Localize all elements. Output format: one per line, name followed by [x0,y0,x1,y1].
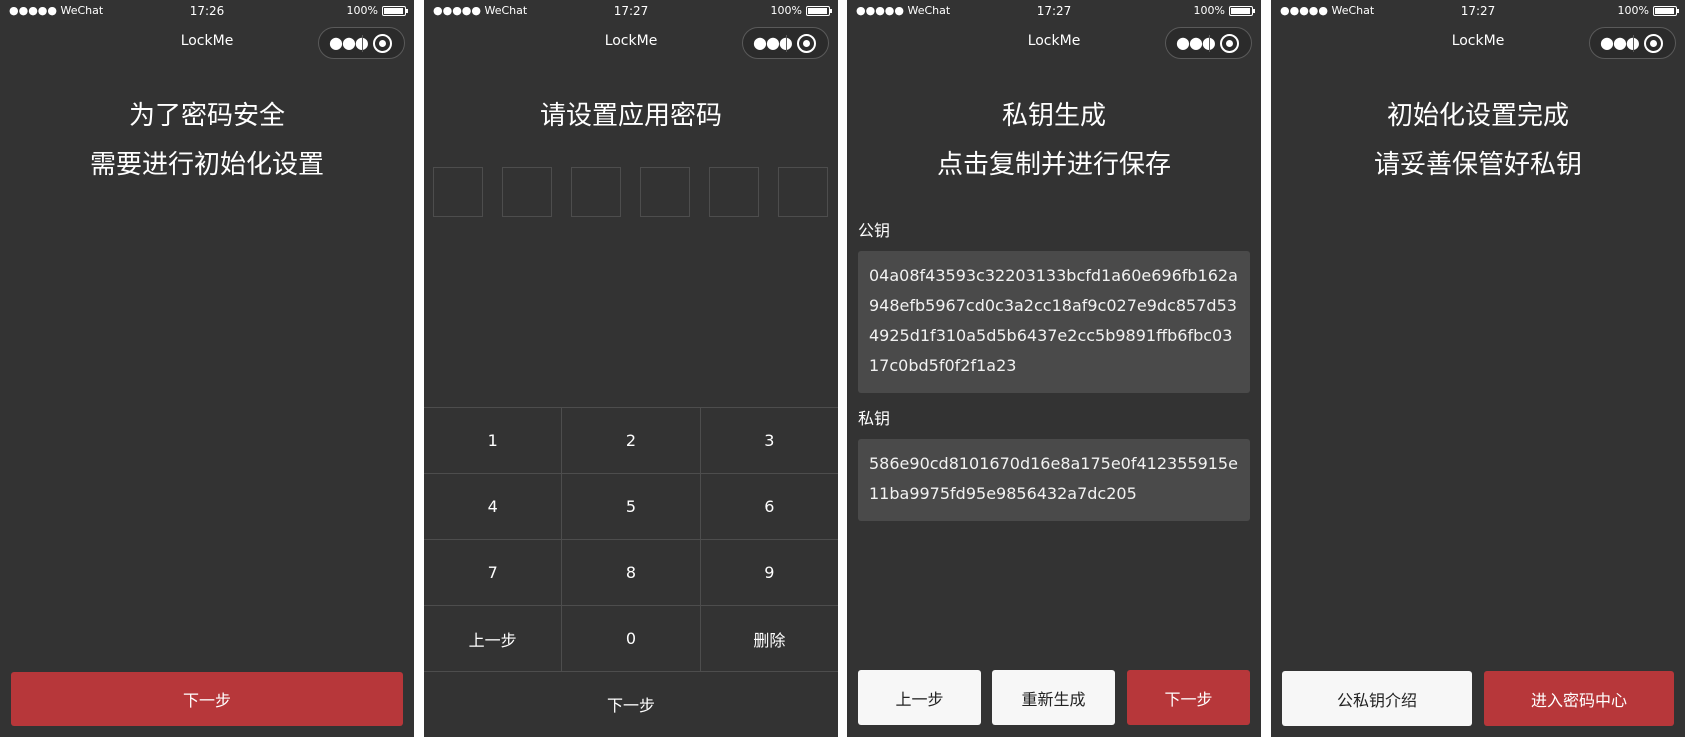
headline-line-1: 初始化设置完成 [1386,101,1569,131]
numeric-keypad: 1 2 3 4 5 6 7 8 9 上一步 0 删除 [424,407,838,672]
key-4[interactable]: 4 [424,474,563,539]
capsule-divider [786,35,787,52]
battery-percent: 100% [1193,4,1225,17]
key-1[interactable]: 1 [424,408,563,473]
next-button[interactable]: 下一步 [1127,670,1250,725]
keypad-row: 4 5 6 [424,474,838,540]
close-target-icon[interactable] [1644,34,1663,53]
key-8[interactable]: 8 [562,540,701,605]
screen-key-generation: ●●●●● WeChat 17:27 100% LockMe ●●● 私钥生成 … [847,0,1261,737]
private-key-box[interactable]: 586e90cd8101670d16e8a175e0f412355915e11b… [858,439,1250,521]
close-target-icon[interactable] [797,34,816,53]
key-5[interactable]: 5 [562,474,701,539]
key-9[interactable]: 9 [701,540,838,605]
regenerate-button[interactable]: 重新生成 [992,670,1115,725]
screen-set-passcode: ●●●●● WeChat 17:27 100% LockMe ●●● 请设置应用… [424,0,838,737]
pin-digit-box-2[interactable] [502,167,552,217]
keypad-row: 上一步 0 删除 [424,606,838,672]
close-target-icon[interactable] [1220,34,1239,53]
miniprogram-capsule: ●●● [318,27,405,59]
more-icon[interactable]: ●●● [329,34,369,52]
public-key-box[interactable]: 04a08f43593c32203133bcfd1a60e696fb162a94… [858,251,1250,393]
key-2[interactable]: 2 [562,408,701,473]
pin-digit-box-3[interactable] [571,167,621,217]
next-button[interactable]: 下一步 [11,672,403,726]
public-key-label: 公钥 [858,221,891,240]
key-6[interactable]: 6 [701,474,838,539]
screen-setup-complete: ●●●●● WeChat 17:27 100% LockMe ●●● 初始化设置… [1271,0,1685,737]
pin-digit-box-5[interactable] [709,167,759,217]
pin-digit-box-6[interactable] [778,167,828,217]
miniprogram-capsule: ●●● [1165,27,1252,59]
battery-percent: 100% [346,4,378,17]
more-icon[interactable]: ●●● [753,34,793,52]
key-previous-step[interactable]: 上一步 [424,606,563,671]
battery-icon [1653,6,1679,16]
close-target-icon[interactable] [373,34,392,53]
status-bar: ●●●●● WeChat 17:27 100% [424,0,838,22]
status-bar: ●●●●● WeChat 17:27 100% [1271,0,1685,22]
key-delete[interactable]: 删除 [701,606,838,671]
headline-line-1: 私钥生成 [1001,101,1106,131]
key-3[interactable]: 3 [701,408,838,473]
headline-line-2: 请妥善保管好私钥 [1373,150,1582,180]
battery-percent: 100% [770,4,802,17]
keygen-headline: 私钥生成 点击复制并进行保存 [847,92,1261,190]
miniprogram-capsule: ●●● [742,27,829,59]
battery-icon [382,6,408,16]
enter-password-center-button[interactable]: 进入密码中心 [1484,671,1674,726]
pin-digit-box-1[interactable] [433,167,483,217]
key-0[interactable]: 0 [562,606,701,671]
capsule-divider [1209,35,1210,52]
miniprogram-capsule: ●●● [1589,27,1676,59]
next-button[interactable]: 下一步 [424,671,838,737]
battery-percent: 100% [1617,4,1649,17]
key-7[interactable]: 7 [424,540,563,605]
key-intro-button[interactable]: 公私钥介绍 [1282,671,1472,726]
screen-init-intro: ●●●●● WeChat 17:26 100% LockMe ●●● 为了密码安… [0,0,414,737]
status-bar: ●●●●● WeChat 17:26 100% [0,0,414,22]
headline-line-2: 需要进行初始化设置 [89,150,324,180]
pin-digit-box-4[interactable] [640,167,690,217]
capsule-divider [1633,35,1634,52]
previous-button[interactable]: 上一步 [858,670,981,725]
complete-headline: 初始化设置完成 请妥善保管好私钥 [1271,92,1685,190]
keypad-row: 1 2 3 [424,408,838,474]
keypad-row: 7 8 9 [424,540,838,606]
capsule-divider [362,35,363,52]
intro-headline: 为了密码安全 需要进行初始化设置 [0,92,414,190]
battery-icon [1229,6,1255,16]
status-bar: ●●●●● WeChat 17:27 100% [847,0,1261,22]
headline-line-1: 为了密码安全 [128,101,285,131]
more-icon[interactable]: ●●● [1176,34,1216,52]
more-icon[interactable]: ●●● [1600,34,1640,52]
headline-line-2: 点击复制并进行保存 [936,150,1171,180]
passcode-headline: 请设置应用密码 [539,101,722,131]
private-key-label: 私钥 [858,409,891,428]
battery-icon [806,6,832,16]
